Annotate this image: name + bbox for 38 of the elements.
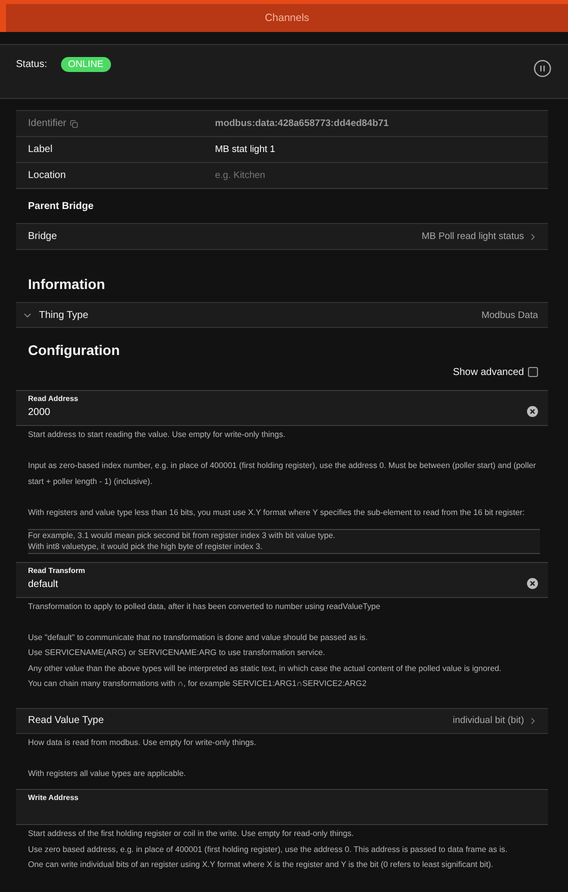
input-row[interactable]: Label MB stat light 1 xyxy=(16,136,548,162)
description-text: Use SERVICENAME(ARG) or SERVICENAME:ARG to use transformation service. xyxy=(28,647,326,659)
example-note: For example, 3.1 would mean pick second bit from register index 3 with bit value type. With int8 valuetype, it would pick the high byte of register index 3. xyxy=(28,528,540,554)
thing-type-row[interactable]: Thing Type Modbus Data xyxy=(16,302,548,328)
section-heading: Configuration xyxy=(27,341,121,360)
show-advanced-label: Show advanced xyxy=(452,366,524,378)
bridge-row[interactable]: Bridge MB Poll read light status xyxy=(16,223,548,250)
section-heading: Information xyxy=(27,275,106,294)
description-text: Input as zero-based index number, e.g. in place of 400001 (first holding register), use the address 0. Must be between (poller start) and (poller start + poller length - 1) (inclusive). xyxy=(28,460,537,488)
status-badge: ONLINE xyxy=(61,57,111,72)
pause-button[interactable] xyxy=(533,59,552,78)
show-advanced-checkbox[interactable] xyxy=(528,367,538,377)
description-text: Use zero based address, e.g. in place of 400001 (first holding register), use the address 0. This address is passed to data frame as is. xyxy=(28,844,508,856)
row-label: Location xyxy=(28,170,67,181)
clear-icon[interactable] xyxy=(527,578,538,588)
description-text: With registers and value type less than 16 bits, you must use X.Y format where Y specifies the sub-element to read from the 16 bit register: xyxy=(28,506,526,519)
description-text: Any other value than the above types will be interpreted as static text, in which case the actual content of the polled value is ignored. xyxy=(28,662,502,675)
input-field[interactable]: e.g. Kitchen xyxy=(215,170,536,181)
copy-icon[interactable] xyxy=(70,120,78,128)
input-row[interactable]: Location e.g. Kitchen xyxy=(16,162,548,188)
description-text: With registers all value types are applicable. xyxy=(28,768,187,780)
value-input[interactable]: 2000 xyxy=(28,405,527,418)
row-label: Identifier xyxy=(28,118,215,129)
description-text: Start address to start reading the value. Use empty for write-only things. xyxy=(28,429,286,441)
description-text: Use "default" to communicate that no transformation is done and value should be passed as is. xyxy=(28,632,369,644)
input-field[interactable]: MB stat light 1 xyxy=(215,144,536,155)
description-text: One can write individual bits of an register using X.Y format where X is the register and Y is the bit (0 refers to least significant bit). xyxy=(28,859,494,871)
select-row[interactable]: Read Value Type individual bit (bit) xyxy=(16,708,548,734)
description-text: How data is read from modbus. Use empty for write-only things. xyxy=(28,736,258,749)
section-title: Parent Bridge xyxy=(27,200,95,214)
description-text: You can chain many transformations with ∩, for example SERVICE1:ARG1∩SERVICE2:ARG2 xyxy=(28,678,368,690)
value-input[interactable]: default xyxy=(28,576,527,590)
status-label: Status: xyxy=(16,59,48,70)
description-text: Transformation to apply to polled data, after it has been converted to number using readValueType xyxy=(28,600,382,613)
row-label: Label xyxy=(28,144,54,155)
clear-icon[interactable] xyxy=(527,406,538,417)
description-text: Start address of the first holding register or coil in the write. Use empty for read-only things. xyxy=(28,828,355,840)
identifier-value: modbus:data:428a658773:dd4ed84b71 xyxy=(215,118,389,129)
